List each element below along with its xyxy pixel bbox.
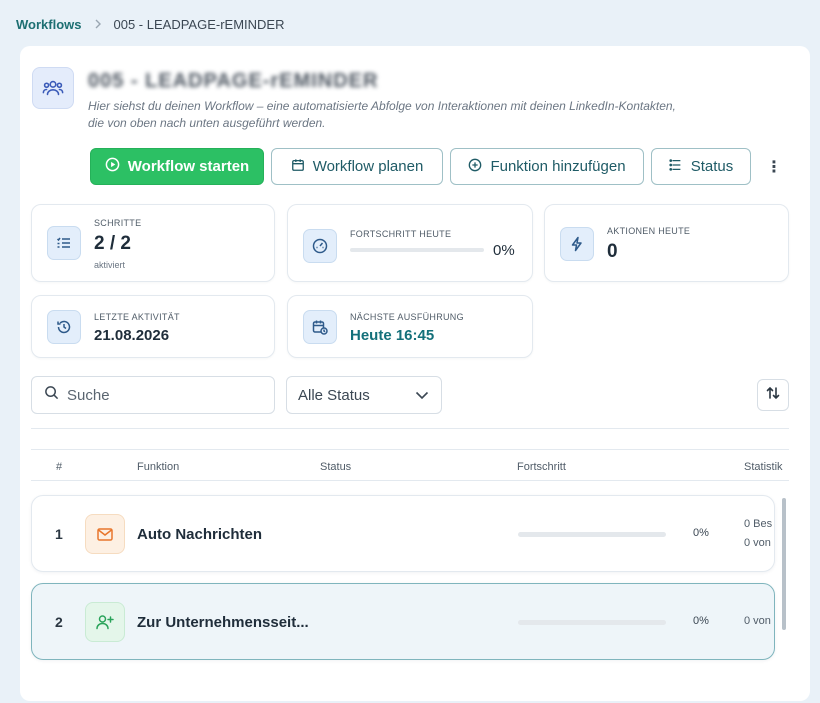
chevron-right-icon bbox=[94, 17, 102, 32]
row-function-name: Zur Unternehmensseit... bbox=[137, 614, 309, 631]
workflow-description: Hier siehst du deinen Workflow – eine au… bbox=[88, 99, 676, 130]
users-icon bbox=[32, 67, 74, 109]
workflow-title: 005 - LEADPAGE-rEMINDER bbox=[88, 70, 379, 92]
play-circle-icon bbox=[105, 157, 120, 176]
row-stat-line-2: 0 von bbox=[744, 537, 771, 549]
start-workflow-button[interactable]: Workflow starten bbox=[90, 148, 264, 185]
header-status[interactable]: Status bbox=[320, 461, 351, 473]
workflow-card: 005 - LEADPAGE-rEMINDER Hier siehst du d… bbox=[20, 46, 810, 701]
lightning-icon bbox=[560, 227, 594, 261]
plan-workflow-button[interactable]: Workflow planen bbox=[271, 148, 443, 185]
header-progress[interactable]: Fortschritt bbox=[517, 461, 566, 473]
history-icon bbox=[47, 310, 81, 344]
divider bbox=[31, 428, 789, 429]
stat-last-activity: LETZTE AKTIVITÄT 21.08.2026 bbox=[31, 295, 275, 358]
table-row-selected[interactable]: 2 Zur Unternehmensseit... 0% 0 von bbox=[31, 583, 775, 660]
row-function-name: Auto Nachrichten bbox=[137, 526, 263, 543]
row-stat-line-1: 0 Bes bbox=[744, 518, 773, 530]
row-progress-value: 0% bbox=[693, 527, 709, 539]
status-filter-select[interactable]: Alle Status bbox=[286, 376, 442, 414]
search-box[interactable] bbox=[31, 376, 275, 414]
stat-progress-today: FORTSCHRITT HEUTE 0% bbox=[287, 204, 533, 282]
progress-today-value: 0% bbox=[493, 242, 515, 259]
mail-icon bbox=[85, 514, 125, 554]
header-number: # bbox=[56, 461, 63, 473]
search-icon bbox=[44, 385, 59, 405]
add-function-button[interactable]: Funktion hinzufügen bbox=[450, 148, 644, 185]
stat-actions-today: AKTIONEN HEUTE 0 bbox=[544, 204, 789, 282]
stat-steps: SCHRITTE 2 / 2 aktiviert bbox=[31, 204, 275, 282]
breadcrumb-workflows-link[interactable]: Workflows bbox=[16, 17, 82, 32]
sort-button[interactable] bbox=[757, 379, 789, 411]
header-statistics[interactable]: Statistik bbox=[744, 461, 783, 473]
row-stat-line-1: 0 von bbox=[744, 615, 771, 627]
checklist-icon bbox=[47, 226, 81, 260]
gauge-icon bbox=[303, 229, 337, 263]
chevron-down-icon bbox=[415, 387, 429, 404]
breadcrumb-current: 005 - LEADPAGE-rEMINDER bbox=[113, 17, 285, 32]
sort-arrows-icon bbox=[765, 385, 781, 406]
table-row[interactable]: 1 Auto Nachrichten 0% 0 Bes 0 von bbox=[31, 495, 775, 572]
status-button[interactable]: Status bbox=[651, 148, 751, 185]
list-status-icon bbox=[669, 158, 683, 176]
search-input[interactable] bbox=[67, 386, 257, 404]
breadcrumb: Workflows 005 - LEADPAGE-rEMINDER bbox=[16, 17, 284, 32]
scrollbar[interactable] bbox=[782, 498, 786, 630]
stat-next-run: NÄCHSTE AUSFÜHRUNG Heute 16:45 bbox=[287, 295, 533, 358]
more-options-button[interactable]: ⋮ bbox=[762, 152, 786, 182]
table-header: # Funktion Status Fortschritt Statistik bbox=[31, 449, 789, 481]
header-function[interactable]: Funktion bbox=[137, 461, 179, 473]
progress-today-bar bbox=[350, 248, 484, 252]
row-progress-bar bbox=[518, 532, 666, 537]
user-plus-icon bbox=[85, 602, 125, 642]
row-progress-bar bbox=[518, 620, 666, 625]
calendar-icon bbox=[291, 158, 305, 176]
calendar-clock-icon bbox=[303, 310, 337, 344]
row-progress-value: 0% bbox=[693, 615, 709, 627]
plus-circle-icon bbox=[468, 158, 482, 176]
